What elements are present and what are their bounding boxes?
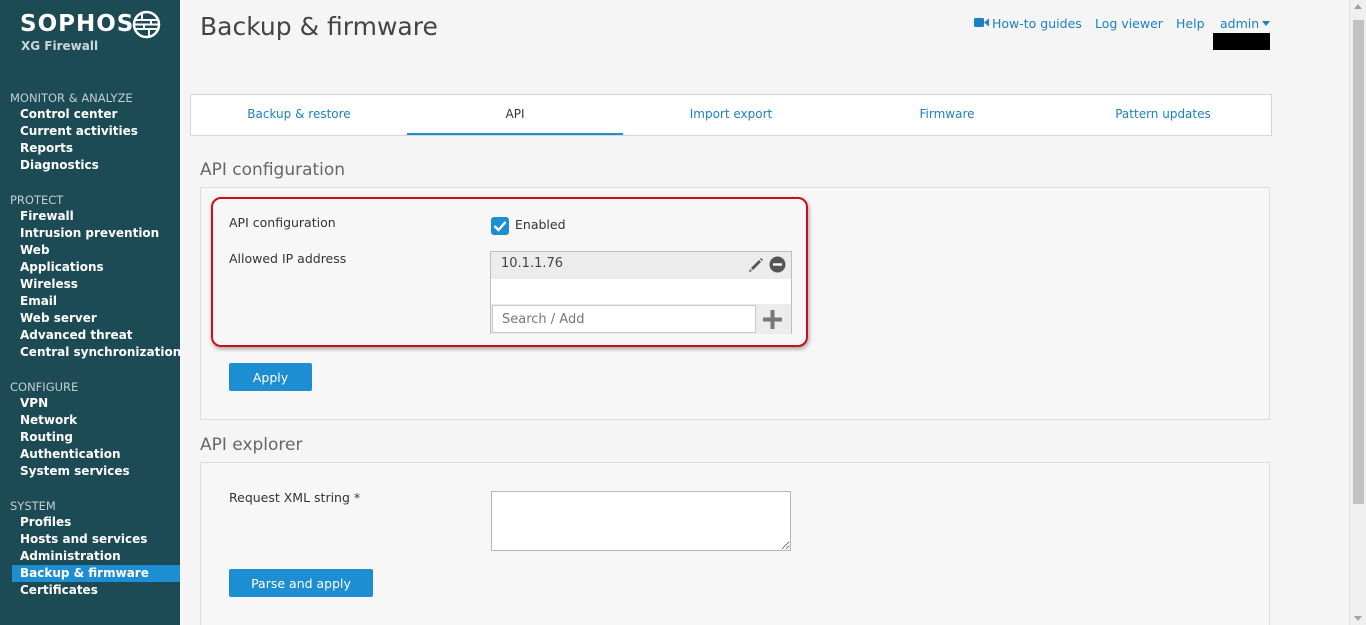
sidebar-item-network[interactable]: Network (0, 412, 180, 429)
sidebar-item-authentication[interactable]: Authentication (0, 446, 180, 463)
brand-logo[interactable]: SOPHOS XG Firewall (20, 10, 134, 53)
page-title: Backup & firmware (200, 12, 438, 41)
api-config-section-title: API configuration (200, 160, 346, 180)
apply-button[interactable]: Apply (229, 363, 312, 391)
remove-icon[interactable] (769, 256, 786, 273)
sidebar-item-web-server[interactable]: Web server (0, 310, 180, 327)
sidebar-item-backup-firmware[interactable]: Backup & firmware (12, 565, 180, 582)
vertical-scrollbar[interactable] (1349, 0, 1366, 625)
nav-group: CONFIGURE VPN Network Routing Authentication… (0, 379, 180, 480)
sidebar-item-applications[interactable]: Applications (0, 259, 180, 276)
pencil-icon[interactable] (748, 257, 764, 273)
sidebar-item-firewall[interactable]: Firewall (0, 208, 180, 225)
scroll-down-icon[interactable] (1354, 616, 1362, 621)
api-config-label: API configuration (229, 215, 336, 230)
enabled-label: Enabled (515, 217, 566, 232)
plus-icon[interactable] (763, 310, 782, 329)
nav-group: MONITOR & ANALYZE Control center Current a… (0, 90, 180, 174)
tab-api[interactable]: API (407, 95, 623, 135)
sidebar-item-control-center[interactable]: Control center (0, 106, 180, 123)
sophos-globe-icon (132, 10, 161, 39)
tab-pattern-updates[interactable]: Pattern updates (1055, 95, 1271, 135)
nav-group: SYSTEM Profiles Hosts and services Administ… (0, 498, 180, 599)
allowed-ip-list: 10.1.1.76 (490, 251, 792, 334)
nav-heading: MONITOR & ANALYZE (10, 91, 133, 105)
brand-name: SOPHOS (20, 11, 135, 37)
sidebar-item-email[interactable]: Email (0, 293, 180, 310)
sidebar-item-wireless[interactable]: Wireless (0, 276, 180, 293)
sidebar-item-diagnostics[interactable]: Diagnostics (0, 157, 180, 174)
sidebar-item-system-services[interactable]: System services (0, 463, 180, 480)
tab-backup-restore[interactable]: Backup & restore (191, 95, 407, 135)
checkmark-icon (493, 221, 507, 232)
sidebar-item-certificates[interactable]: Certificates (0, 582, 180, 599)
tab-import-export[interactable]: Import export (623, 95, 839, 135)
nav-heading: CONFIGURE (10, 380, 79, 394)
sidebar-item-central-synchronization[interactable]: Central synchronization (0, 344, 181, 361)
user-menu[interactable]: admin (1220, 16, 1259, 31)
sidebar-item-current-activities[interactable]: Current activities (0, 123, 180, 140)
ip-search-row (491, 304, 791, 334)
sidebar-item-intrusion-prevention[interactable]: Intrusion prevention (0, 225, 180, 242)
log-viewer-link[interactable]: Log viewer (1095, 16, 1163, 31)
help-link[interactable]: Help (1176, 16, 1205, 31)
ip-search-input[interactable] (492, 305, 756, 333)
redacted-username (1213, 33, 1270, 50)
product-name: XG Firewall (21, 39, 99, 53)
parse-apply-button[interactable]: Parse and apply (229, 569, 373, 597)
nav-group: PROTECT Firewall Intrusion prevention Web Ap… (0, 192, 181, 361)
scrollbar-thumb[interactable] (1353, 20, 1364, 504)
api-explorer-section-title: API explorer (200, 435, 303, 455)
sidebar: SOPHOS XG Firewall MONITOR & ANALYZE Cont… (0, 0, 181, 625)
sidebar-item-hosts-and-services[interactable]: Hosts and services (0, 531, 180, 548)
howto-link[interactable]: How-to guides (992, 16, 1082, 31)
tab-bar: Backup & restore API Import export Firmw… (190, 94, 1272, 136)
sidebar-item-vpn[interactable]: VPN (0, 395, 180, 412)
sidebar-item-advanced-threat[interactable]: Advanced threat (0, 327, 180, 344)
sidebar-item-administration[interactable]: Administration (0, 548, 180, 565)
request-xml-input[interactable] (491, 491, 791, 551)
scroll-up-icon[interactable] (1354, 4, 1362, 9)
nav-heading: PROTECT (10, 193, 64, 207)
enabled-checkbox[interactable] (491, 217, 509, 235)
nav-heading: SYSTEM (10, 499, 56, 513)
sidebar-item-reports[interactable]: Reports (0, 140, 180, 157)
chevron-down-icon[interactable] (1262, 21, 1270, 26)
request-xml-label: Request XML string * (229, 490, 361, 505)
sidebar-item-profiles[interactable]: Profiles (0, 514, 180, 531)
allowed-ip-label: Allowed IP address (229, 251, 347, 266)
ip-value: 10.1.1.76 (501, 256, 564, 271)
list-item: 10.1.1.76 (491, 252, 791, 279)
video-camera-icon[interactable] (974, 17, 989, 28)
sidebar-item-web[interactable]: Web (0, 242, 180, 259)
sidebar-item-routing[interactable]: Routing (0, 429, 180, 446)
tab-firmware[interactable]: Firmware (839, 95, 1055, 135)
